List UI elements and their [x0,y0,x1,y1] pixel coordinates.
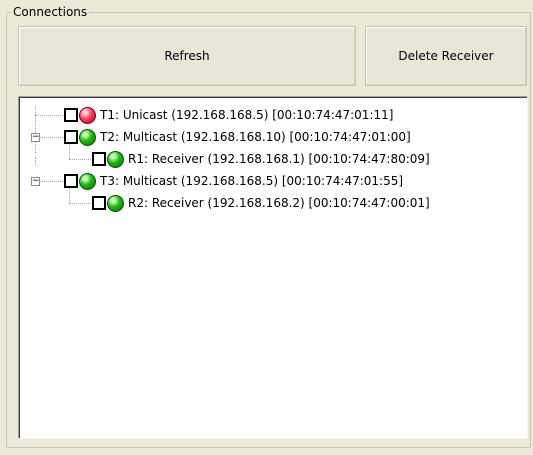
tree-node-r1[interactable]: R1: Receiver (192.168.168.1) [00:10:74:4… [92,148,430,170]
delete-receiver-button-label: Delete Receiver [398,49,494,63]
tree-line [69,159,91,160]
tree-node-t1[interactable]: T1: Unicast (192.168.168.5) [00:10:74:47… [64,104,393,126]
tree-line [40,137,63,138]
node-label: R2: Receiver (192.168.168.2) [00:10:74:4… [128,196,430,210]
node-label: R1: Receiver (192.168.168.1) [00:10:74:4… [128,152,430,166]
collapse-toggle-icon[interactable]: − [31,133,40,142]
tree-node-t2[interactable]: T2: Multicast (192.168.168.10) [00:10:74… [64,126,411,148]
status-green-icon [79,172,96,190]
delete-receiver-button[interactable]: Delete Receiver [365,26,527,86]
tree-line [35,106,36,153]
tree-line [35,115,63,116]
tree-line [69,203,91,204]
group-title: Connections [11,5,90,19]
checkbox[interactable] [64,174,78,188]
refresh-button-label: Refresh [164,49,210,63]
checkbox[interactable] [64,108,78,122]
tree-node-t3[interactable]: T3: Multicast (192.168.168.5) [00:10:74:… [64,170,403,192]
node-label: T1: Unicast (192.168.168.5) [00:10:74:47… [100,108,394,122]
checkbox[interactable] [64,130,78,144]
status-green-icon [107,194,124,212]
tree-node-r2[interactable]: R2: Receiver (192.168.168.2) [00:10:74:4… [92,192,430,214]
checkbox[interactable] [92,152,106,166]
status-red-icon [79,106,96,124]
tree-line [40,181,63,182]
tree-line [35,157,36,165]
status-green-icon [79,128,96,146]
node-label: T2: Multicast (192.168.168.10) [00:10:74… [100,130,411,144]
collapse-toggle-icon[interactable]: − [31,177,40,186]
connections-tree[interactable]: − − T1: Unicast (192.168.168.5) [00:10:7… [18,96,528,439]
status-green-icon [107,150,124,168]
checkbox[interactable] [92,196,106,210]
refresh-button[interactable]: Refresh [18,26,356,86]
node-label: T3: Multicast (192.168.168.5) [00:10:74:… [100,174,404,188]
